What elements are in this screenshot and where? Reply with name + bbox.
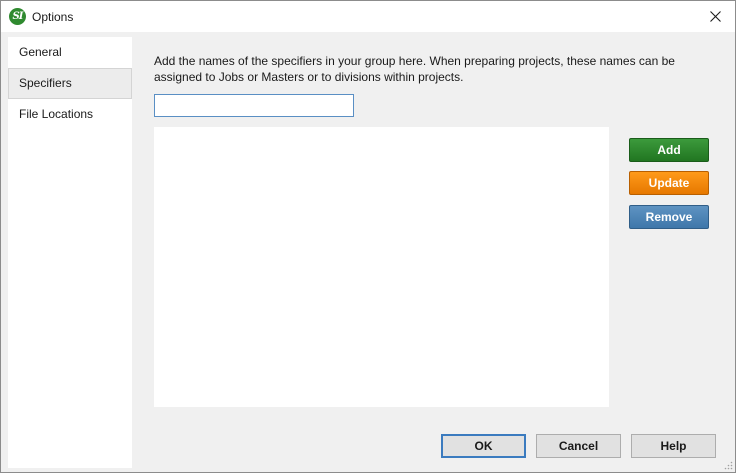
- sidebar-item-specifiers[interactable]: Specifiers: [8, 68, 132, 99]
- help-button[interactable]: Help: [631, 434, 716, 458]
- remove-button[interactable]: Remove: [629, 205, 709, 229]
- close-button[interactable]: [695, 1, 735, 32]
- update-button[interactable]: Update: [629, 171, 709, 195]
- sidebar-item-general[interactable]: General: [8, 37, 132, 68]
- close-icon: [709, 11, 721, 22]
- specifier-name-input[interactable]: [154, 94, 354, 117]
- specifiers-description: Add the names of the specifiers in your …: [154, 53, 714, 85]
- description-line-2: assigned to Jobs or Masters or to divisi…: [154, 70, 464, 84]
- title-bar: SI Options: [1, 1, 735, 32]
- options-dialog: SI Options General Specifiers File Locat…: [0, 0, 736, 473]
- cancel-button[interactable]: Cancel: [536, 434, 621, 458]
- specifier-list[interactable]: [154, 127, 609, 407]
- ok-button[interactable]: OK: [441, 434, 526, 458]
- sidebar-item-file-locations[interactable]: File Locations: [8, 99, 132, 130]
- window-title: Options: [32, 10, 74, 24]
- add-button[interactable]: Add: [629, 138, 709, 162]
- app-logo-icon: SI: [9, 8, 26, 25]
- resize-grip-icon[interactable]: [723, 460, 733, 470]
- options-sidebar: General Specifiers File Locations: [8, 37, 132, 468]
- description-line-1: Add the names of the specifiers in your …: [154, 54, 675, 68]
